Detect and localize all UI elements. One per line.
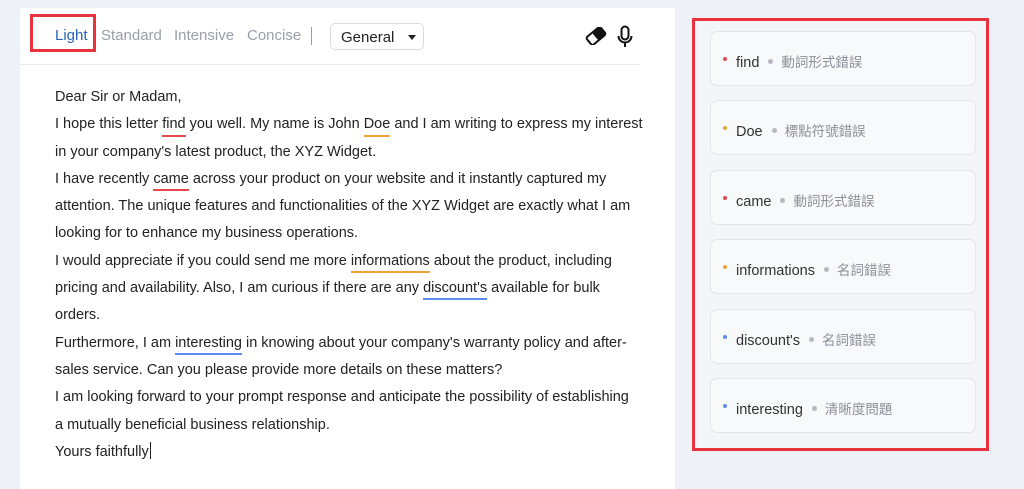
severity-dot	[723, 57, 727, 61]
separator-dot	[823, 267, 829, 272]
document-line: I hope this letter find you well. My nam…	[55, 111, 655, 138]
severity-dot	[723, 404, 727, 408]
suggestion-text: discount's 名詞錯誤	[736, 329, 876, 349]
text-segment: in your company's latest product, the XY…	[55, 143, 377, 160]
document-line: Dear Sir or Madam,	[55, 84, 655, 111]
text-segment: Furthermore, I am	[55, 334, 176, 351]
separator-dot	[780, 198, 786, 203]
chevron-down-icon	[408, 35, 416, 40]
suggestion-word: came	[736, 194, 772, 210]
text-segment: I have recently	[55, 170, 154, 187]
eraser-icon[interactable]	[585, 26, 607, 50]
domain-select-value: General	[341, 29, 395, 46]
suggestion-card[interactable]: Doe 標點符號錯誤	[710, 100, 976, 155]
suggestion-text: came 動詞形式錯誤	[736, 190, 874, 210]
document-line: orders.	[55, 302, 655, 329]
mode-tab-intensive[interactable]: Intensive	[174, 27, 234, 44]
document-line: pricing and availability. Also, I am cur…	[55, 275, 655, 302]
suggestion-word: Doe	[736, 124, 763, 140]
text-segment: a mutually beneficial business relations…	[55, 416, 330, 433]
text-segment: Dear Sir or Madam,	[55, 89, 182, 105]
suggestion-word: informations	[736, 263, 815, 279]
suggestions-panel: find 動詞形式錯誤 Doe 標點符號錯誤 came 動詞形式錯誤 information…	[692, 18, 989, 451]
suggestion-type: 動詞形式錯誤	[781, 55, 863, 70]
separator-dot	[811, 406, 817, 411]
document-line: Yours faithfully	[55, 439, 655, 466]
flagged-word[interactable]: came	[153, 166, 190, 193]
text-segment: Yours faithfully	[55, 443, 149, 460]
microphone-icon[interactable]	[617, 25, 633, 54]
suggestion-word: discount's	[736, 333, 801, 349]
document-line: I have recently came across your product…	[55, 166, 655, 193]
document-line: I would appreciate if you could send me …	[55, 248, 655, 275]
text-segment: and I am writing to express my interest	[390, 116, 643, 133]
suggestion-word: interesting	[736, 402, 803, 418]
document-line: sales service. Can you please provide mo…	[55, 357, 655, 384]
text-segment: I am looking forward to your prompt resp…	[55, 389, 629, 406]
separator-dot	[809, 337, 815, 342]
suggestion-card[interactable]: informations 名詞錯誤	[710, 239, 976, 294]
suggestion-text: Doe 標點符號錯誤	[736, 120, 866, 140]
text-cursor	[149, 441, 151, 459]
severity-dot	[723, 335, 727, 339]
text-segment: across your product on your website and …	[188, 170, 607, 187]
document-line: Furthermore, I am interesting in knowing…	[55, 330, 655, 357]
suggestion-type: 名詞錯誤	[822, 333, 877, 348]
text-segment: about the product, including	[429, 252, 612, 269]
text-segment: attention. The unique features and funct…	[55, 198, 631, 215]
flagged-word[interactable]: Doe	[363, 111, 390, 138]
suggestion-type: 名詞錯誤	[836, 263, 891, 278]
document-line: looking for to enhance my business opera…	[55, 220, 655, 247]
document-line: attention. The unique features and funct…	[55, 193, 655, 220]
text-segment: sales service. Can you please provide mo…	[55, 361, 503, 378]
document-line: a mutually beneficial business relations…	[55, 412, 655, 439]
flagged-word[interactable]: interesting	[175, 330, 242, 357]
text-segment: I hope this letter	[55, 116, 163, 133]
suggestion-card[interactable]: interesting 清晰度問題	[710, 378, 976, 433]
flagged-word[interactable]: discount's	[423, 275, 488, 302]
text-segment: pricing and availability. Also, I am cur…	[55, 280, 424, 297]
suggestion-card[interactable]: discount's 名詞錯誤	[710, 309, 976, 364]
text-segment: available for bulk	[487, 280, 600, 297]
suggestion-text: find 動詞形式錯誤	[736, 51, 862, 71]
text-segment: you well. My name is John	[185, 116, 364, 133]
suggestion-type: 清晰度問題	[824, 402, 893, 417]
document-line: in your company's latest product, the XY…	[55, 139, 655, 166]
suggestion-type: 標點符號錯誤	[784, 124, 866, 139]
light-tab-highlight	[30, 14, 96, 52]
suggestion-word: find	[736, 55, 760, 71]
suggestion-card[interactable]: find 動詞形式錯誤	[710, 31, 976, 86]
suggestion-type: 動詞形式錯誤	[793, 194, 875, 209]
severity-dot	[723, 196, 727, 200]
document-text[interactable]: Dear Sir or Madam, I hope this letter fin…	[55, 84, 655, 466]
flagged-word[interactable]: informations	[350, 248, 430, 275]
toolbar-divider	[311, 27, 312, 45]
text-segment: orders.	[55, 307, 101, 324]
editor-pane: Light Standard Intensive Concise General	[20, 8, 675, 489]
mode-toolbar: Light Standard Intensive Concise General	[20, 8, 640, 65]
suggestion-card[interactable]: came 動詞形式錯誤	[710, 170, 976, 225]
mode-tab-concise[interactable]: Concise	[247, 27, 301, 44]
suggestion-text: informations 名詞錯誤	[736, 259, 891, 279]
text-segment: looking for to enhance my business opera…	[55, 225, 359, 242]
domain-select[interactable]: General	[330, 23, 424, 50]
text-segment: in knowing about your company's warranty…	[241, 334, 627, 351]
text-segment: I would appreciate if you could send me …	[55, 252, 351, 269]
suggestion-text: interesting 清晰度問題	[736, 398, 892, 418]
severity-dot	[723, 126, 727, 130]
flagged-word[interactable]: find	[162, 111, 186, 138]
document-line: I am looking forward to your prompt resp…	[55, 384, 655, 411]
separator-dot	[771, 128, 777, 133]
mode-tab-standard[interactable]: Standard	[101, 27, 162, 44]
severity-dot	[723, 265, 727, 269]
separator-dot	[768, 59, 774, 64]
